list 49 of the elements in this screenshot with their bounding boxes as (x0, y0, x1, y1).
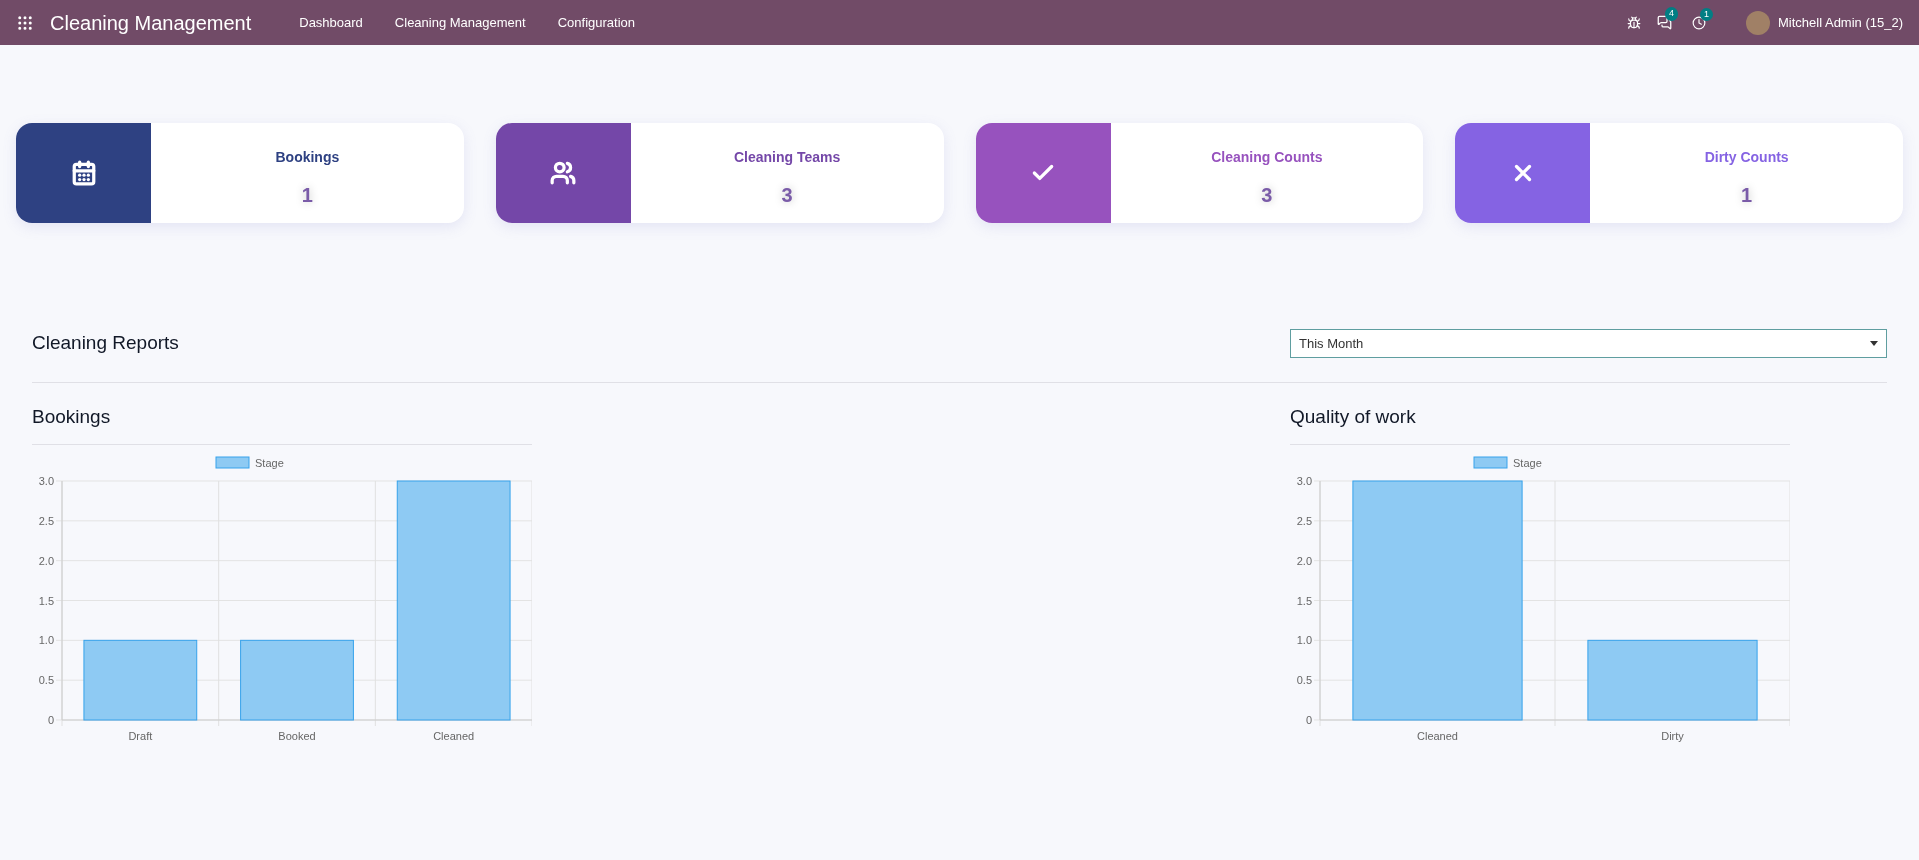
x-tick-label: Dirty (1661, 729, 1684, 742)
y-tick-label: 0.5 (38, 673, 54, 686)
chart-legend: Stage (215, 456, 284, 469)
y-tick-label: 1.0 (1296, 633, 1312, 646)
y-tick-label: 2.5 (1296, 514, 1312, 527)
legend-label: Stage (255, 456, 284, 469)
chart-title: Quality of work (1290, 405, 1417, 429)
chart-legend: Stage (1473, 456, 1542, 469)
card-title: Cleaning Teams (733, 148, 841, 167)
app-title: Cleaning Management (50, 10, 252, 36)
caret-icon (1870, 341, 1878, 346)
menu-item[interactable]: Configuration (541, 12, 651, 33)
y-tick-label: 3.0 (38, 474, 54, 487)
debug-icon[interactable] (1627, 15, 1641, 30)
y-tick-label: 2.0 (38, 554, 54, 567)
apps-menu-icon[interactable] (16, 13, 34, 32)
user-name[interactable]: Mitchell Admin (15_2) (1778, 12, 1903, 33)
y-tick-label: 0.5 (1296, 673, 1312, 686)
activities-icon[interactable] (1692, 15, 1706, 30)
y-tick-label: 1.0 (38, 633, 54, 646)
x-tick-label: Booked (278, 729, 316, 742)
messages-icon[interactable] (1657, 15, 1672, 30)
card-value: 3 (1261, 183, 1273, 208)
y-tick-label: 1.5 (1296, 594, 1312, 606)
calendar-icon (70, 160, 97, 186)
messages-badge: 4 (1665, 7, 1678, 21)
card-title: Bookings (275, 148, 340, 167)
card-value: 1 (1741, 183, 1753, 208)
y-tick-label: 1.5 (38, 594, 54, 606)
chart-title: Bookings (32, 405, 112, 429)
x-tick-label: Cleaned (433, 729, 475, 742)
y-tick-label: 2.5 (38, 514, 54, 527)
card-title: Dirty Counts (1704, 148, 1789, 167)
section-title: Cleaning Reports (32, 331, 179, 356)
menu-item[interactable]: Cleaning Management (378, 12, 542, 33)
activities-badge: 1 (1700, 7, 1713, 21)
card-title: Cleaning Counts (1211, 148, 1323, 167)
menu-item[interactable]: Dashboard (283, 12, 379, 33)
y-tick-label: 3.0 (1296, 474, 1312, 487)
legend-label: Stage (1513, 456, 1542, 469)
y-tick-label: 0 (47, 713, 54, 726)
y-tick-label: 2.0 (1296, 554, 1312, 567)
x-tick-label: Cleaned (1417, 729, 1458, 742)
x-tick-label: Draft (128, 729, 153, 742)
people-icon (550, 160, 577, 186)
card-value: 3 (781, 183, 793, 208)
y-tick-label: 0 (1305, 713, 1312, 726)
card-value: 1 (301, 183, 313, 208)
period-select[interactable]: This Month (1290, 329, 1887, 358)
